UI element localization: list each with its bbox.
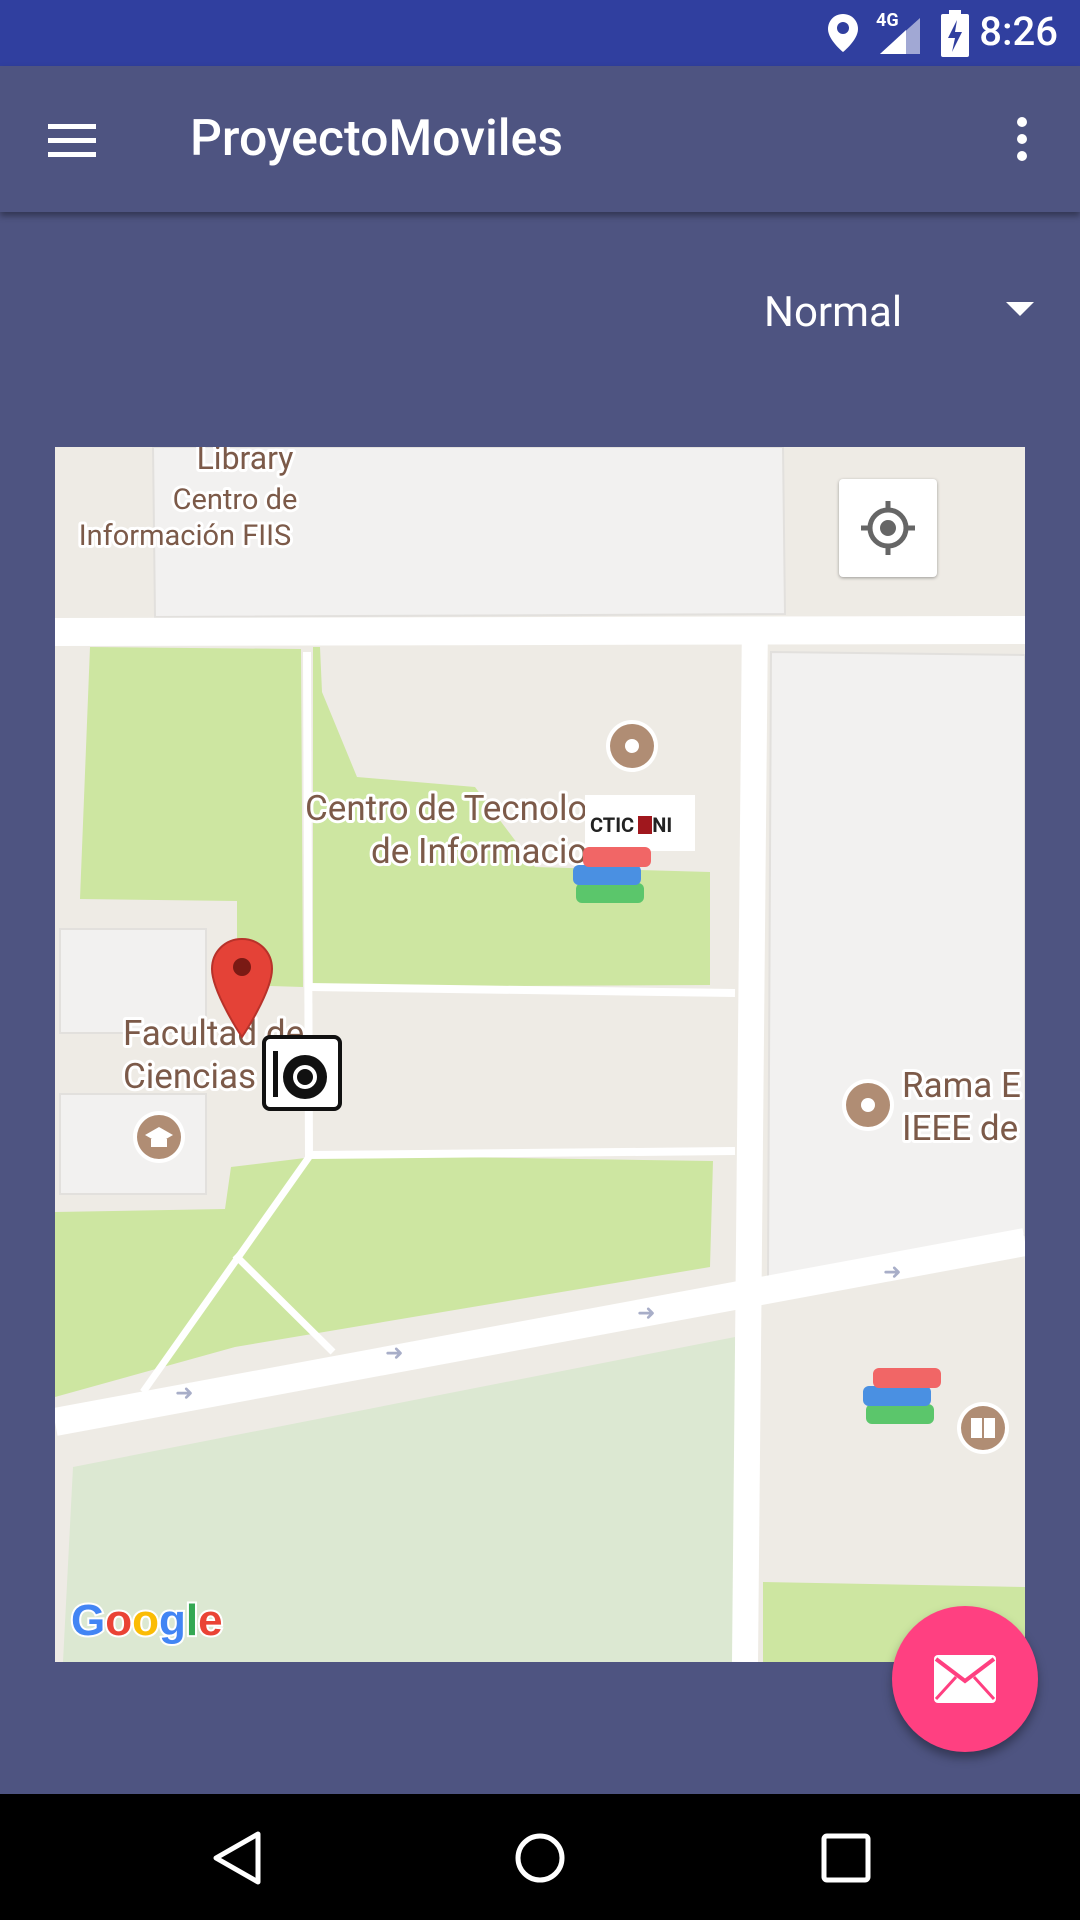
road-east [732,616,768,1662]
ctic-logo-text: CTIC UNI [590,813,672,837]
signal-icon [880,18,920,54]
label-cdi-1: Centro de [173,483,298,517]
oneway-arrow-icon: ➜ [175,1381,193,1406]
map-canvas[interactable]: ➜ ➜ ➜ ➜ Library Centro de Información FI… [55,447,1025,1662]
more-vert-icon[interactable] [1008,114,1036,164]
status-bar: 4G 8:26 [0,0,1080,66]
google-logo: Google [71,1596,223,1645]
email-fab-button[interactable] [892,1606,1038,1752]
home-icon[interactable] [512,1830,568,1886]
ctic-logo: CTIC UNI [585,795,695,851]
map-view[interactable]: ➜ ➜ ➜ ➜ Library Centro de Información FI… [55,447,1025,1662]
map-type-selected: Normal [764,288,903,337]
oneway-arrow-icon: ➜ [385,1341,403,1366]
app-bar: ProyectoMoviles [0,66,1080,212]
building-east [766,650,1025,1279]
oneway-arrow-icon: ➜ [883,1260,901,1285]
building-west-2 [59,1093,207,1195]
battery-charging-icon [941,10,969,57]
road-north [55,616,1025,646]
label-ieee-2: IEEE de [902,1108,1018,1149]
back-icon[interactable] [210,1830,266,1886]
label-ctic-1: Centro de Tecnolo [305,788,587,829]
path-south [308,1147,736,1159]
poi-pin-icon [842,1079,894,1131]
email-icon [934,1655,996,1703]
books-marker-icon[interactable] [863,1368,941,1424]
recents-icon[interactable] [818,1830,874,1886]
books-marker-icon[interactable] [573,847,651,903]
app-title: ProyectoMoviles [190,110,563,168]
label-facultad-2: Ciencias [123,1056,256,1097]
label-library: Library [197,447,294,477]
label-ieee-1: Rama E [902,1065,1021,1106]
book-icon [957,1402,1009,1454]
graduation-cap-icon [133,1111,185,1163]
location-icon [828,14,858,52]
label-cdi-2: Información FIIS [79,519,292,553]
map-type-spinner[interactable]: Normal [748,268,1048,358]
oneway-arrow-icon: ➜ [637,1301,655,1326]
my-location-icon [861,501,915,555]
hamburger-menu-icon[interactable] [44,118,100,162]
navigation-bar [0,1794,1080,1920]
restaurant-marker-icon[interactable] [262,1035,342,1111]
dropdown-arrow-icon [1006,302,1034,316]
clock: 8:26 [979,8,1058,55]
my-location-button[interactable] [839,479,937,577]
poi-pin-icon [606,720,658,772]
